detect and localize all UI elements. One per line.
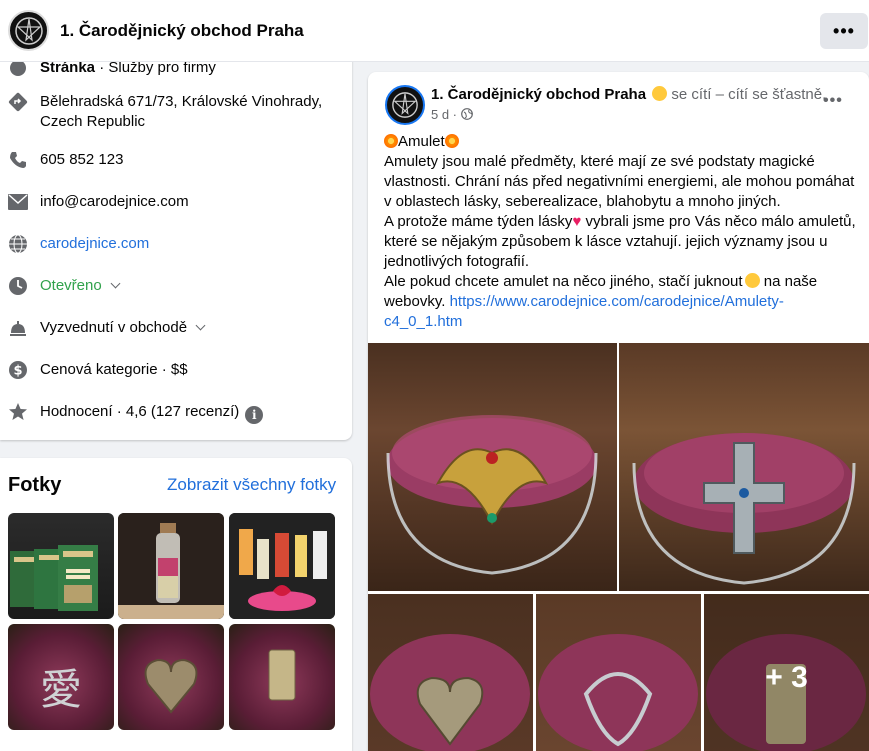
website-link[interactable]: carodejnice.com <box>40 234 149 254</box>
post-timestamp[interactable]: 5 d · <box>431 107 461 122</box>
post-feeling: se cítí – cítí se šťastně. <box>667 86 827 103</box>
photo-thumbnail[interactable] <box>118 624 224 730</box>
post-meta: 5 d · <box>431 107 473 122</box>
post-heading: Amulet <box>398 133 445 150</box>
price-category: Cenová kategorie · $$ <box>40 361 188 378</box>
page-header: 1. Čarodějnický obchod Praha ••• <box>0 0 869 62</box>
svg-text:愛: 愛 <box>40 665 82 714</box>
see-all-photos-link[interactable]: Zobrazit všechny fotky <box>167 475 336 495</box>
flower-icon <box>384 134 398 148</box>
rating-text: Hodnocení · 4,6 (127 recenzí) i <box>40 402 264 424</box>
dollar-icon: $ <box>8 360 28 380</box>
pickup-label: Vyzvednutí v obchodě <box>40 319 188 336</box>
happy-face-icon <box>652 86 668 101</box>
globe-icon <box>8 234 28 254</box>
more-options-button[interactable]: ••• <box>820 13 868 49</box>
post-author-line: 1. Čarodějnický obchod Praha se cítí – c… <box>431 86 826 103</box>
phone-icon <box>8 150 28 170</box>
info-icon[interactable]: i <box>245 406 264 424</box>
address-line-1: Bělehradská 671/73, Královské Vinohrady, <box>40 93 323 110</box>
heart-icon: ♥ <box>572 213 582 230</box>
photo-thumbnail[interactable] <box>229 513 335 619</box>
post-text-segment: A protože máme týden lásky <box>384 213 573 230</box>
winking-face-icon <box>744 273 760 288</box>
page-title[interactable]: 1. Čarodějnický obchod Praha <box>60 21 304 41</box>
post-author-name[interactable]: 1. Čarodějnický obchod Praha <box>431 86 646 103</box>
post-card: 1. Čarodějnický obchod Praha se cítí – c… <box>368 72 869 751</box>
photos-card: Fotky Zobrazit všechny fotky 愛 <box>0 458 352 751</box>
post-paragraph: A protože máme týden lásky♥ vybrali jsme… <box>384 212 859 272</box>
photos-title: Fotky <box>8 474 62 496</box>
photo-thumbnail[interactable] <box>229 624 335 730</box>
intro-card: Stránka · Služby pro firmy Bělehradská 6… <box>0 40 352 440</box>
address-text: Bělehradská 671/73, Královské Vinohrady,… <box>40 92 322 132</box>
post-heading-line: Amulet <box>384 132 859 152</box>
envelope-icon <box>8 192 28 212</box>
post-paragraph: Ale pokud chcete amulet na něco jiného, … <box>384 272 859 332</box>
photo-thumbnail[interactable]: 愛 <box>8 624 114 730</box>
flower-icon <box>444 134 459 148</box>
post-text-segment: Ale pokud chcete amulet na něco jiného, … <box>384 273 743 290</box>
hours-dropdown[interactable]: Otevřeno <box>40 276 121 296</box>
hours-status: Otevřeno <box>40 277 102 294</box>
chevron-down-icon <box>110 278 121 289</box>
pickup-dropdown[interactable]: Vyzvednutí v obchodě <box>40 318 206 338</box>
star-icon <box>8 402 28 422</box>
post-paragraph: Amulety jsou malé předměty, které mají z… <box>384 153 855 210</box>
clock-icon <box>8 276 28 296</box>
post-photo[interactable] <box>536 594 701 751</box>
post-photo[interactable] <box>368 594 533 751</box>
post-photo[interactable] <box>619 343 869 591</box>
photo-thumbnail[interactable] <box>118 513 224 619</box>
post-photo[interactable] <box>368 343 617 591</box>
email-address[interactable]: info@carodejnice.com <box>40 192 189 212</box>
more-photos-count[interactable]: + 3 <box>704 594 869 751</box>
post-text: Amulet Amulety jsou malé předměty, které… <box>384 132 859 332</box>
chevron-down-icon <box>195 320 206 331</box>
address-line-2: Czech Republic <box>40 113 146 130</box>
page-avatar-icon[interactable] <box>385 85 425 125</box>
svg-text:$: $ <box>13 364 22 379</box>
post-menu-button[interactable]: ••• <box>823 92 843 110</box>
rating-label: Hodnocení · 4,6 (127 recenzí) <box>40 403 240 420</box>
service-bell-icon <box>8 318 28 338</box>
directions-icon <box>8 92 28 112</box>
page-logo-icon[interactable] <box>8 10 49 51</box>
phone-number[interactable]: 605 852 123 <box>40 150 123 170</box>
post-photo-more[interactable]: + 3 <box>704 594 869 751</box>
globe-icon <box>460 108 473 120</box>
photo-thumbnail[interactable] <box>8 513 114 619</box>
